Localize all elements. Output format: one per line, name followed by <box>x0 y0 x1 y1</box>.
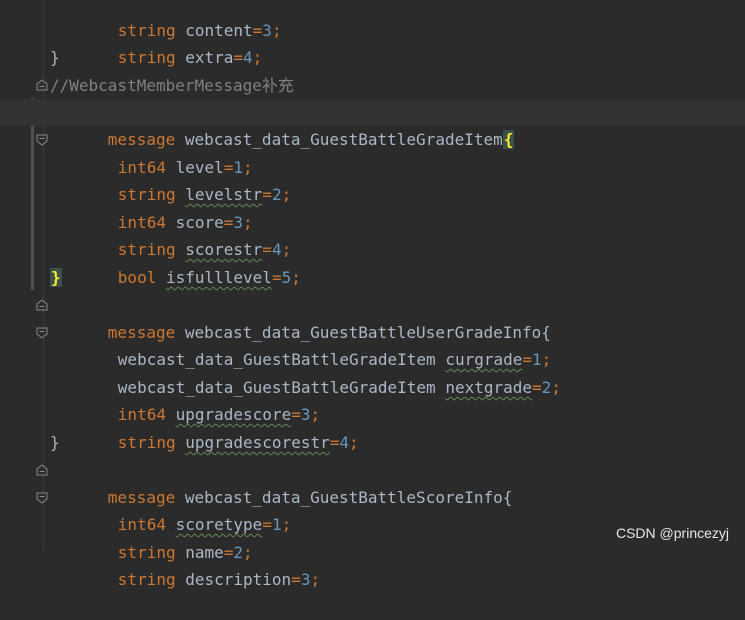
code-line[interactable]: string extra=4; <box>0 17 745 67</box>
code-line[interactable]: bool isfulllevel=5; <box>0 237 745 287</box>
code-line[interactable]: int64 upgradescore=3; <box>0 374 745 424</box>
field-name: description <box>175 570 292 589</box>
closing-brace: } <box>50 433 60 452</box>
code-line[interactable]: string upgradescorestr=4; <box>0 402 745 452</box>
code-line[interactable]: } <box>0 429 745 476</box>
code-line[interactable]: message webcast_data_GuestBattleUserGrad… <box>0 292 745 342</box>
code-line[interactable]: int64 level=1; <box>0 127 745 177</box>
code-line[interactable]: string levelstr=2; <box>0 154 745 204</box>
code-line-current[interactable]: message webcast_data_GuestBattleGradeIte… <box>0 99 745 149</box>
code-line[interactable]: webcast_data_GuestBattleGradeItem curgra… <box>0 319 745 369</box>
semicolon: ; <box>310 570 321 589</box>
code-line[interactable]: string scorestr=4; <box>0 209 745 259</box>
code-line[interactable]: webcast_data_GuestBattleGradeItem nextgr… <box>0 347 745 397</box>
code-line[interactable]: string description=3; <box>0 539 745 589</box>
code-line[interactable]: string content=3; <box>0 0 745 40</box>
code-line[interactable]: } <box>0 264 745 311</box>
csdn-watermark: CSDN @princezyj <box>615 525 729 541</box>
code-line[interactable]: int64 score=3; <box>0 182 745 232</box>
code-editor[interactable]: string content=3; string extra=4; } //We… <box>0 0 745 589</box>
comment-text: //WebcastMemberMessage补充 <box>50 76 294 95</box>
code-line[interactable]: int64 scoretype=1; <box>0 484 745 534</box>
equals-sign: = <box>291 570 301 589</box>
field-number: 3 <box>300 570 311 589</box>
closing-brace-matched: } <box>50 268 62 287</box>
type-keyword: string <box>117 570 176 589</box>
code-line[interactable]: } <box>0 44 745 91</box>
code-line[interactable]: message webcast_data_GuestBattleScoreInf… <box>0 457 745 507</box>
code-line[interactable]: //WebcastMemberMessage补充 <box>0 72 745 99</box>
closing-brace: } <box>50 48 60 67</box>
